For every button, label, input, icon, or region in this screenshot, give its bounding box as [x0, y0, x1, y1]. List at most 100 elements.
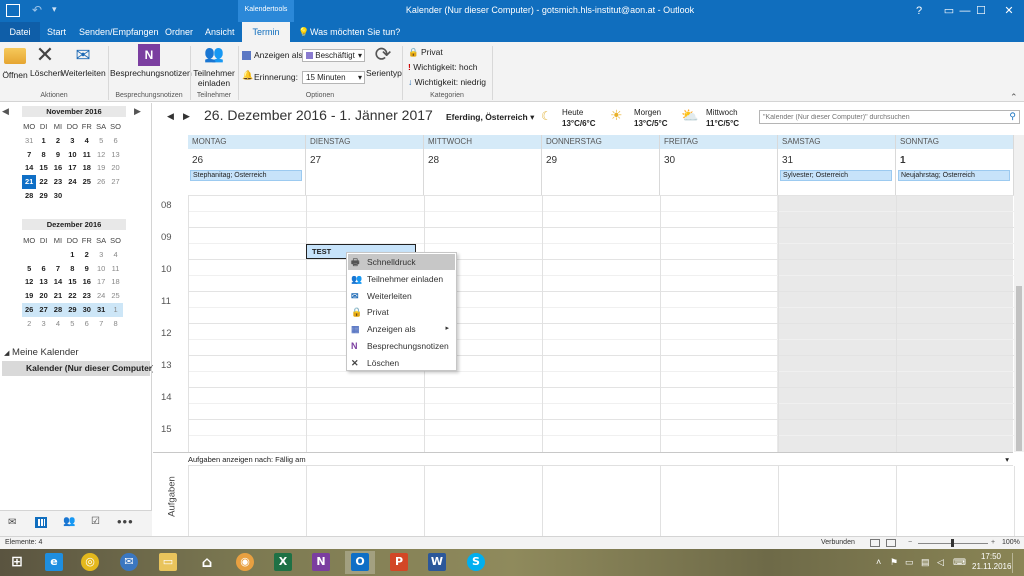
mini-calendar-day[interactable]: 2: [80, 248, 94, 262]
mini-calendar-day[interactable]: 1: [65, 248, 79, 262]
day-column[interactable]: MITTWOCH 28: [424, 135, 542, 195]
mini-calendar-day[interactable]: 30: [79, 302, 94, 317]
mini-calendar-day[interactable]: 10: [65, 148, 79, 162]
importance-high-button[interactable]: ! Wichtigkeit: hoch: [408, 62, 477, 72]
mini-calendar-day[interactable]: 7: [22, 148, 36, 162]
mini-calendar-day[interactable]: 5: [94, 134, 108, 148]
people-icon[interactable]: 👥: [63, 516, 75, 527]
notifications-icon[interactable]: [1012, 553, 1018, 573]
context-menu-item[interactable]: 🖶 Schnelldruck: [348, 254, 455, 270]
mini-calendar-day[interactable]: 12: [22, 275, 36, 289]
outlook-taskbar-icon[interactable]: O: [345, 551, 375, 574]
importance-low-button[interactable]: ↓ Wichtigkeit: niedrig: [408, 77, 486, 87]
mini-calendar-day[interactable]: 28: [50, 302, 66, 317]
mini-calendar-day[interactable]: 18: [80, 161, 94, 175]
mini-calendar-day[interactable]: 2: [22, 317, 36, 331]
mini-calendar-day[interactable]: 8: [65, 262, 79, 276]
mini-calendar-day[interactable]: 15: [36, 161, 50, 175]
mini-calendar-day[interactable]: 25: [80, 175, 94, 189]
mini-calendar-day[interactable]: 6: [108, 134, 122, 148]
more-icon[interactable]: •••: [117, 514, 134, 529]
mini-calendar-day[interactable]: 6: [36, 262, 50, 276]
mini-calendar-day[interactable]: 26: [22, 302, 37, 317]
context-menu-item[interactable]: N Besprechungsnotizen: [348, 338, 455, 354]
tab-senden-empfangen[interactable]: Senden/Empfangen: [79, 22, 159, 42]
mini-calendar-day[interactable]: 11: [108, 262, 122, 276]
delete-button[interactable]: ✕ Löschen: [30, 44, 62, 79]
day-column[interactable]: DIENSTAG 27: [306, 135, 424, 195]
normal-view-icon[interactable]: [870, 539, 880, 547]
my-calendars-heading[interactable]: ◢ Meine Kalender: [4, 347, 79, 358]
mini-calendar-day[interactable]: 16: [51, 161, 65, 175]
mini-calendar-day[interactable]: 22: [36, 175, 50, 189]
calendar-icon[interactable]: [35, 517, 47, 528]
maximize-button[interactable]: ☐: [966, 0, 996, 22]
mini-calendar-day[interactable]: 22: [65, 289, 79, 303]
mini-calendar-day[interactable]: 29: [65, 302, 80, 317]
mini-calendar-day[interactable]: 29: [36, 189, 50, 203]
network-icon[interactable]: ▤: [921, 557, 930, 568]
mini-calendar-day[interactable]: 3: [36, 317, 50, 331]
mini-calendar-day[interactable]: 21: [22, 175, 37, 189]
mini-calendar-day[interactable]: 19: [22, 289, 36, 303]
flag-icon[interactable]: ⚑: [890, 557, 898, 568]
tab-start[interactable]: Start: [47, 22, 66, 42]
onenote-taskbar-icon[interactable]: N: [306, 551, 336, 574]
mini-calendar-day[interactable]: 7: [51, 262, 65, 276]
mini-calendar-day[interactable]: 9: [51, 148, 65, 162]
mini-calendar-day[interactable]: 1: [108, 302, 123, 317]
day-column[interactable]: FREITAG 30: [660, 135, 778, 195]
zoom-out-icon[interactable]: −: [908, 537, 912, 549]
day-column[interactable]: MONTAG 26 Stephanitag; Österreich: [188, 135, 306, 195]
mini-calendar-day[interactable]: 8: [36, 148, 50, 162]
mini-calendar-day[interactable]: 31: [93, 302, 109, 317]
mini-calendar-day[interactable]: 21: [51, 289, 65, 303]
mini-calendar-day[interactable]: 15: [65, 275, 79, 289]
prev-month-icon[interactable]: ◀: [2, 106, 9, 117]
tray-overflow-icon[interactable]: ˄: [876, 557, 881, 567]
context-menu-item[interactable]: ✕ Löschen: [348, 355, 455, 371]
recurrence-button[interactable]: ⟳ Serientyp: [366, 44, 402, 78]
context-menu-item[interactable]: 👥 Teilnehmer einladen: [348, 271, 455, 287]
mini-calendar-day[interactable]: 24: [65, 175, 79, 189]
day-column[interactable]: DONNERSTAG 29: [542, 135, 660, 195]
mini-calendar-day[interactable]: 31: [22, 134, 36, 148]
mini-calendar-day[interactable]: 27: [36, 302, 51, 317]
all-day-event[interactable]: Stephanitag; Österreich: [190, 170, 302, 181]
next-month-icon[interactable]: ▶: [134, 106, 141, 117]
chrome-icon[interactable]: ◎: [75, 551, 105, 574]
mini-calendar-day[interactable]: 28: [22, 189, 36, 203]
mini-calendar-day[interactable]: 24: [94, 289, 108, 303]
battery-icon[interactable]: ▭: [905, 557, 914, 568]
all-day-event[interactable]: Neujahrstag; Österreich: [898, 170, 1010, 181]
mini-calendar-day[interactable]: 4: [51, 317, 65, 331]
mini-calendar-day[interactable]: 14: [51, 275, 65, 289]
zoom-in-icon[interactable]: +: [991, 537, 995, 549]
forward-button[interactable]: ✉ Weiterleiten: [61, 44, 106, 78]
mini-calendar-day[interactable]: 5: [65, 317, 79, 331]
tab-ordner[interactable]: Ordner: [165, 22, 193, 42]
chevron-down-icon[interactable]: ▾: [1005, 454, 1009, 466]
meeting-notes-button[interactable]: N Besprechungsnotizen: [110, 44, 192, 78]
mini-calendar-day[interactable]: 6: [80, 317, 94, 331]
mini-calendar-day[interactable]: 20: [108, 161, 122, 175]
mini-calendar-day[interactable]: 14: [22, 161, 36, 175]
volume-icon[interactable]: ◁: [937, 557, 944, 568]
search-icon[interactable]: ⚲: [1009, 111, 1016, 122]
mini-calendar-day[interactable]: 16: [80, 275, 94, 289]
mini-calendar-day[interactable]: 26: [94, 175, 108, 189]
mini-calendar-day[interactable]: 17: [94, 275, 108, 289]
show-as-select[interactable]: Beschäftigt ▾: [302, 49, 365, 62]
excel-icon[interactable]: X: [268, 551, 298, 574]
undo-icon[interactable]: ↶: [32, 3, 42, 17]
mini-calendar-day[interactable]: 13: [36, 275, 50, 289]
app-icon[interactable]: ◉: [230, 551, 260, 574]
tasks-icon[interactable]: ☑: [91, 516, 100, 527]
mini-calendar-day[interactable]: 17: [65, 161, 79, 175]
mini-calendar-day[interactable]: 4: [108, 248, 122, 262]
day-column[interactable]: SAMSTAG 31 Sylvester; Österreich: [778, 135, 896, 195]
mail-icon[interactable]: ✉: [8, 517, 16, 528]
weather-location[interactable]: Eferding, Österreich ▾: [446, 112, 534, 123]
mini-calendar-day[interactable]: 18: [108, 275, 122, 289]
private-button[interactable]: 🔒 Privat: [408, 47, 443, 58]
